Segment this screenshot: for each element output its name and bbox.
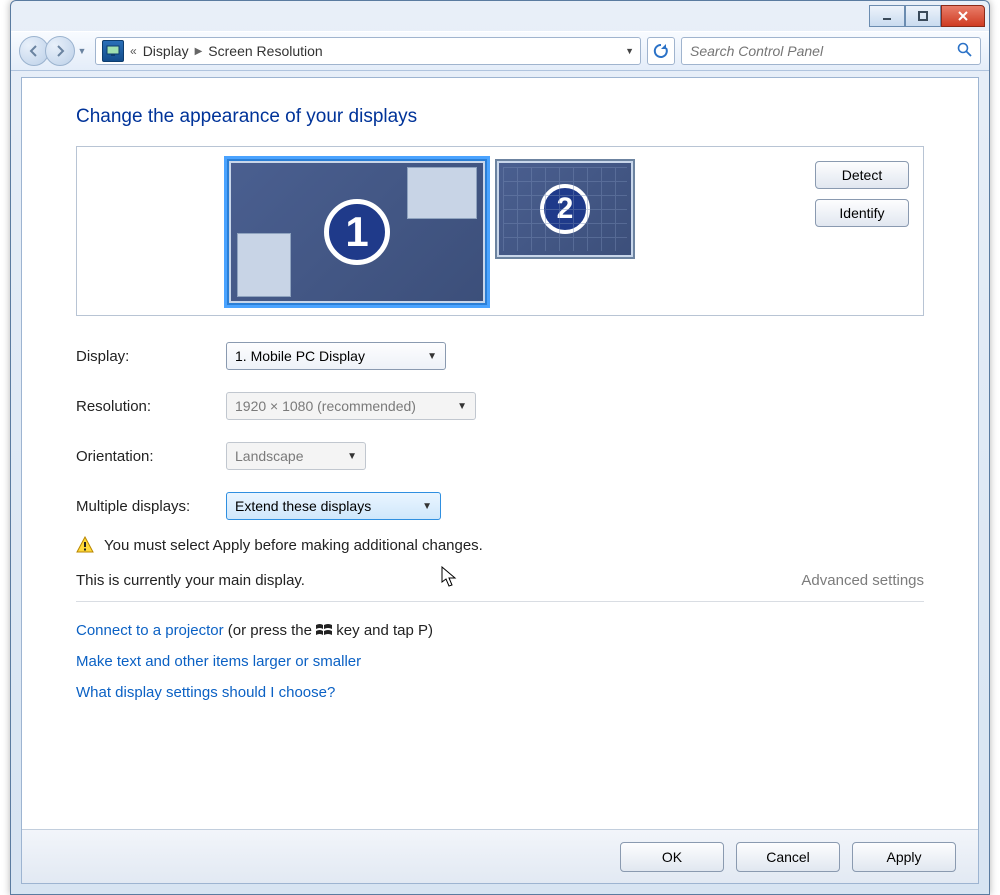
maximize-button[interactable]	[905, 5, 941, 27]
advanced-settings-link[interactable]: Advanced settings	[801, 572, 924, 589]
breadcrumb-current[interactable]: Screen Resolution	[208, 43, 322, 59]
identify-button[interactable]: Identify	[815, 199, 909, 227]
chevron-down-icon: ▼	[422, 501, 432, 512]
minimize-button[interactable]	[869, 5, 905, 27]
chevron-down-icon: ▼	[347, 451, 357, 462]
display-select[interactable]: 1. Mobile PC Display ▼	[226, 342, 446, 370]
display-select-value: 1. Mobile PC Display	[235, 348, 365, 364]
apply-button[interactable]: Apply	[852, 842, 956, 872]
resolution-label: Resolution:	[76, 398, 226, 415]
main-display-text: This is currently your main display.	[76, 572, 305, 589]
preview-grid-icon	[503, 167, 627, 251]
multiple-displays-select[interactable]: Extend these displays ▼	[226, 492, 441, 520]
breadcrumb[interactable]: « Display ▶ Screen Resolution ▼	[95, 37, 641, 65]
history-dropdown[interactable]: ▼	[75, 41, 89, 61]
display-preview-1[interactable]: 1	[227, 159, 487, 305]
warning-message: You must select Apply before making addi…	[76, 536, 924, 554]
preview-window-icon	[407, 167, 477, 219]
breadcrumb-dropdown[interactable]: ▼	[625, 46, 634, 56]
warning-icon	[76, 536, 94, 554]
navbar: ▼ « Display ▶ Screen Resolution ▼	[11, 31, 989, 71]
chevron-down-icon: ▼	[457, 401, 467, 412]
chevron-right-icon: ▶	[195, 46, 203, 57]
page-title: Change the appearance of your displays	[76, 106, 924, 128]
refresh-button[interactable]	[647, 37, 675, 65]
titlebar	[11, 1, 989, 31]
warning-text: You must select Apply before making addi…	[104, 537, 483, 554]
connect-projector-link[interactable]: Connect to a projector	[76, 622, 224, 639]
display-number-1: 1	[324, 199, 390, 265]
text-size-link[interactable]: Make text and other items larger or smal…	[76, 653, 924, 670]
search-box[interactable]	[681, 37, 981, 65]
search-input[interactable]	[690, 43, 957, 59]
breadcrumb-back-icon: «	[130, 44, 137, 58]
display-preview-area[interactable]: 1 2 Detect Identify	[76, 146, 924, 316]
projector-hint-2: key and tap P)	[332, 622, 433, 639]
ok-button[interactable]: OK	[620, 842, 724, 872]
window: ▼ « Display ▶ Screen Resolution ▼ Change…	[10, 0, 990, 895]
chevron-down-icon: ▼	[427, 351, 437, 362]
orientation-select[interactable]: Landscape ▼	[226, 442, 366, 470]
projector-hint-1: (or press the	[224, 622, 317, 639]
orientation-select-value: Landscape	[235, 448, 304, 464]
bottom-button-bar: OK Cancel Apply	[22, 829, 978, 883]
separator	[76, 601, 924, 602]
what-settings-link[interactable]: What display settings should I choose?	[76, 684, 924, 701]
multiple-displays-label: Multiple displays:	[76, 498, 226, 515]
breadcrumb-parent[interactable]: Display	[143, 43, 189, 59]
resolution-select-value: 1920 × 1080 (recommended)	[235, 398, 416, 414]
display-label: Display:	[76, 348, 226, 365]
monitor-icon	[102, 40, 124, 62]
multiple-displays-value: Extend these displays	[235, 498, 371, 514]
orientation-label: Orientation:	[76, 448, 226, 465]
detect-button[interactable]: Detect	[815, 161, 909, 189]
forward-button[interactable]	[45, 36, 75, 66]
content-area: Change the appearance of your displays 1…	[21, 77, 979, 884]
resolution-select[interactable]: 1920 × 1080 (recommended) ▼	[226, 392, 476, 420]
display-preview-2[interactable]: 2	[495, 159, 635, 259]
windows-key-icon	[316, 623, 332, 637]
close-button[interactable]	[941, 5, 985, 27]
cancel-button[interactable]: Cancel	[736, 842, 840, 872]
search-icon[interactable]	[957, 42, 972, 61]
preview-window-icon	[237, 233, 291, 297]
